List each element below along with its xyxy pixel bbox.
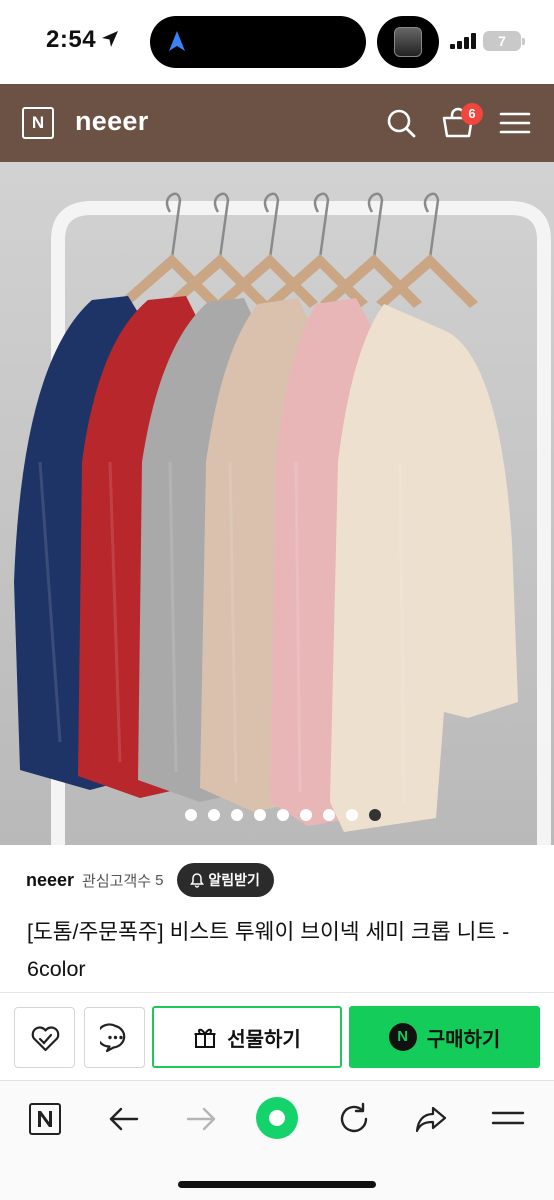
navigation-icon <box>169 31 185 51</box>
subscribe-alert-button[interactable]: 알림받기 <box>177 863 274 897</box>
bell-plus-icon <box>190 873 205 888</box>
location-arrow-icon <box>102 31 118 47</box>
buy-button[interactable]: N 구매하기 <box>349 1006 540 1068</box>
status-time: 2:54 <box>46 26 97 53</box>
brand-name[interactable]: neeer <box>75 106 149 137</box>
signal-icon <box>450 33 476 49</box>
naver-logo-icon <box>29 1103 61 1135</box>
talk-button[interactable] <box>84 1007 145 1068</box>
npay-icon: N <box>388 1023 417 1051</box>
naver-icon[interactable] <box>27 1101 63 1137</box>
gallery-dot[interactable] <box>231 809 243 821</box>
gallery-dot[interactable] <box>254 809 266 821</box>
subscribe-alert-label: 알림받기 <box>208 872 260 888</box>
battery-indicator: 7 <box>483 31 525 51</box>
gallery-dot[interactable] <box>185 809 197 821</box>
gallery-dot[interactable] <box>277 809 289 821</box>
gift-button[interactable]: 선물하기 <box>152 1006 342 1068</box>
gift-icon <box>194 1028 216 1048</box>
share-icon[interactable] <box>413 1101 449 1137</box>
home-indicator <box>178 1181 376 1188</box>
cart-count-badge: 6 <box>461 103 483 125</box>
store-logo[interactable]: N <box>22 107 54 139</box>
status-bar: 2:54 7 <box>0 0 554 84</box>
store-info-row: neeer 관심고객수 5 알림받기 <box>26 862 274 898</box>
gallery-dot[interactable] <box>300 809 312 821</box>
gallery-dot[interactable] <box>323 809 335 821</box>
heart-check-icon <box>31 1026 60 1052</box>
now-playing-pill <box>377 16 439 68</box>
back-arrow-icon[interactable] <box>106 1101 142 1137</box>
chat-bubble-icon <box>100 1023 126 1053</box>
gallery-dot[interactable] <box>208 809 220 821</box>
menu-icon[interactable] <box>490 1101 526 1137</box>
search-icon[interactable] <box>384 106 418 140</box>
product-title: [도톰/주문폭주] 비스트 투웨이 브이넥 세미 크롭 니트 - 6color <box>27 920 510 981</box>
follower-count: 5 <box>155 871 164 889</box>
purchase-action-bar: 선물하기 N 구매하기 <box>0 992 554 1080</box>
app-thumbnail <box>394 27 422 57</box>
product-image[interactable] <box>0 162 554 845</box>
green-home-icon[interactable] <box>255 1096 299 1140</box>
wishlist-button[interactable] <box>14 1007 75 1068</box>
gallery-pagination[interactable] <box>0 809 554 825</box>
sweater-rack-illustration <box>0 162 554 845</box>
menu-icon[interactable] <box>498 106 532 140</box>
buy-label: 구매하기 <box>426 1028 501 1051</box>
gift-label: 선물하기 <box>227 1028 301 1051</box>
forward-arrow-icon[interactable] <box>183 1101 219 1137</box>
follower-label: 관심고객수 <box>82 872 152 890</box>
store-name[interactable]: neeer <box>26 870 74 891</box>
reload-icon[interactable] <box>336 1101 372 1137</box>
gallery-dot[interactable] <box>346 809 358 821</box>
gallery-dot[interactable] <box>369 809 381 821</box>
